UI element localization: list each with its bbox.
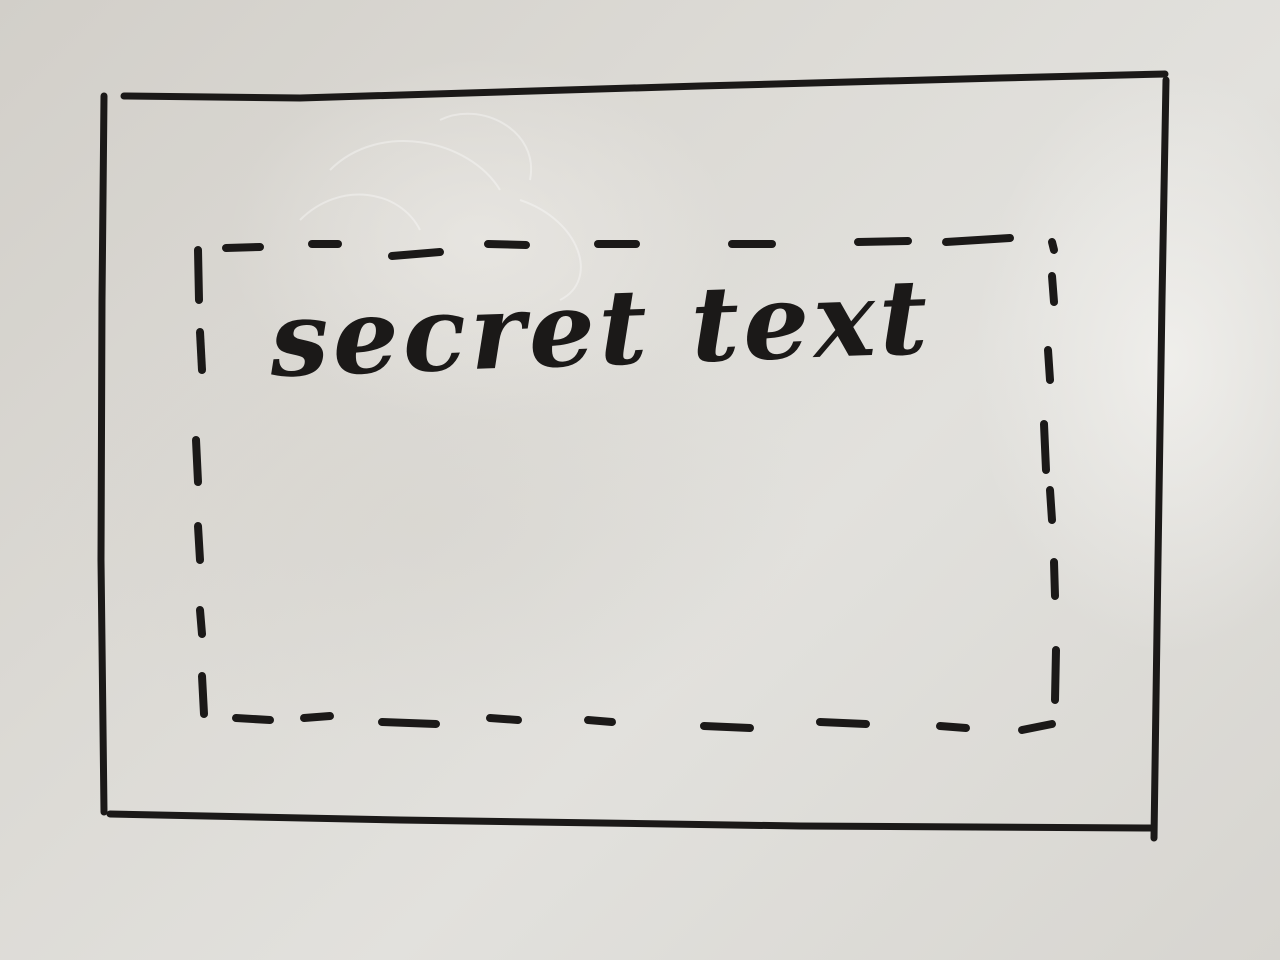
whiteboard-surface: secret text (0, 0, 1280, 960)
marker-drawing (97, 70, 1170, 842)
handwritten-secret-text: secret text (267, 254, 934, 401)
